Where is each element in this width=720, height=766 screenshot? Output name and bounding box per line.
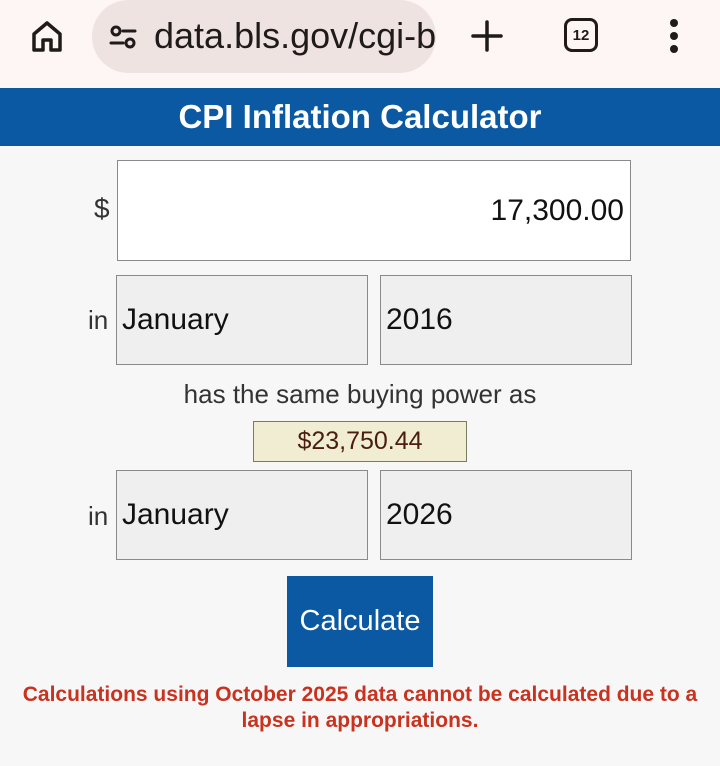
currency-symbol: $ — [94, 193, 110, 224]
to-in-label: in — [88, 501, 109, 531]
site-settings-icon[interactable] — [108, 22, 138, 52]
same-buying-power-text: has the same buying power as — [183, 379, 537, 409]
more-menu-button[interactable] — [660, 15, 688, 57]
address-bar[interactable]: data.bls.gov/cgi-b — [92, 0, 436, 73]
new-tab-button[interactable] — [466, 15, 508, 57]
error-message: Calculations using October 2025 data can… — [22, 683, 698, 732]
page-title: CPI Inflation Calculator — [0, 88, 720, 146]
amount-input[interactable]: 17,300.00 — [117, 160, 631, 261]
to-year-select[interactable]: 2026 — [380, 470, 632, 560]
home-icon — [32, 21, 62, 52]
home-button[interactable] — [26, 15, 68, 57]
from-month-select[interactable]: January — [116, 275, 368, 365]
to-month-select[interactable]: January — [116, 470, 368, 560]
tab-count: 12 — [572, 26, 590, 44]
url-text[interactable]: data.bls.gov/cgi-b — [154, 14, 436, 58]
more-vert-icon — [670, 19, 678, 53]
result-text: $23,750.44 — [297, 427, 423, 455]
calculate-label: Calculate — [299, 605, 421, 637]
from-year-select[interactable]: 2016 — [380, 275, 632, 365]
calculate-button[interactable]: Calculate — [287, 576, 433, 667]
browser-toolbar: data.bls.gov/cgi-b 12 — [0, 0, 720, 88]
result-value: $23,750.44 — [253, 421, 467, 462]
tab-switcher-button[interactable]: 12 — [564, 18, 598, 52]
plus-icon — [471, 20, 503, 52]
from-in-label: in — [88, 305, 109, 335]
